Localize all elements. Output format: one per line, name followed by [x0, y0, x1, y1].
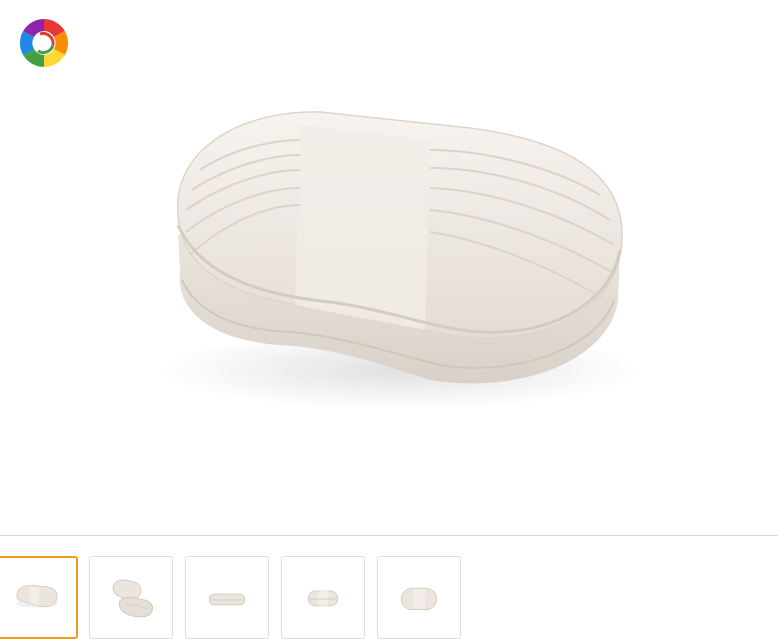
thumbnail-4[interactable]: [281, 556, 365, 639]
thumbnail-5[interactable]: [377, 556, 461, 639]
thumbnail-1[interactable]: [0, 556, 78, 639]
thumbnail-strip: [0, 556, 778, 641]
divider: [0, 535, 778, 536]
soap-dish-box-icon: [160, 111, 640, 410]
soap-dish-side-flat-icon: [208, 593, 246, 606]
soap-dish-closed-angle-icon: [16, 584, 58, 608]
thumbnail-2[interactable]: [89, 556, 173, 639]
soap-dish-top-icon: [400, 587, 438, 611]
thumbnail-3[interactable]: [185, 556, 269, 639]
soap-dish-open-icon: [112, 579, 153, 618]
soap-dish-side-front-icon: [307, 590, 339, 607]
main-product-image[interactable]: [0, 0, 778, 535]
